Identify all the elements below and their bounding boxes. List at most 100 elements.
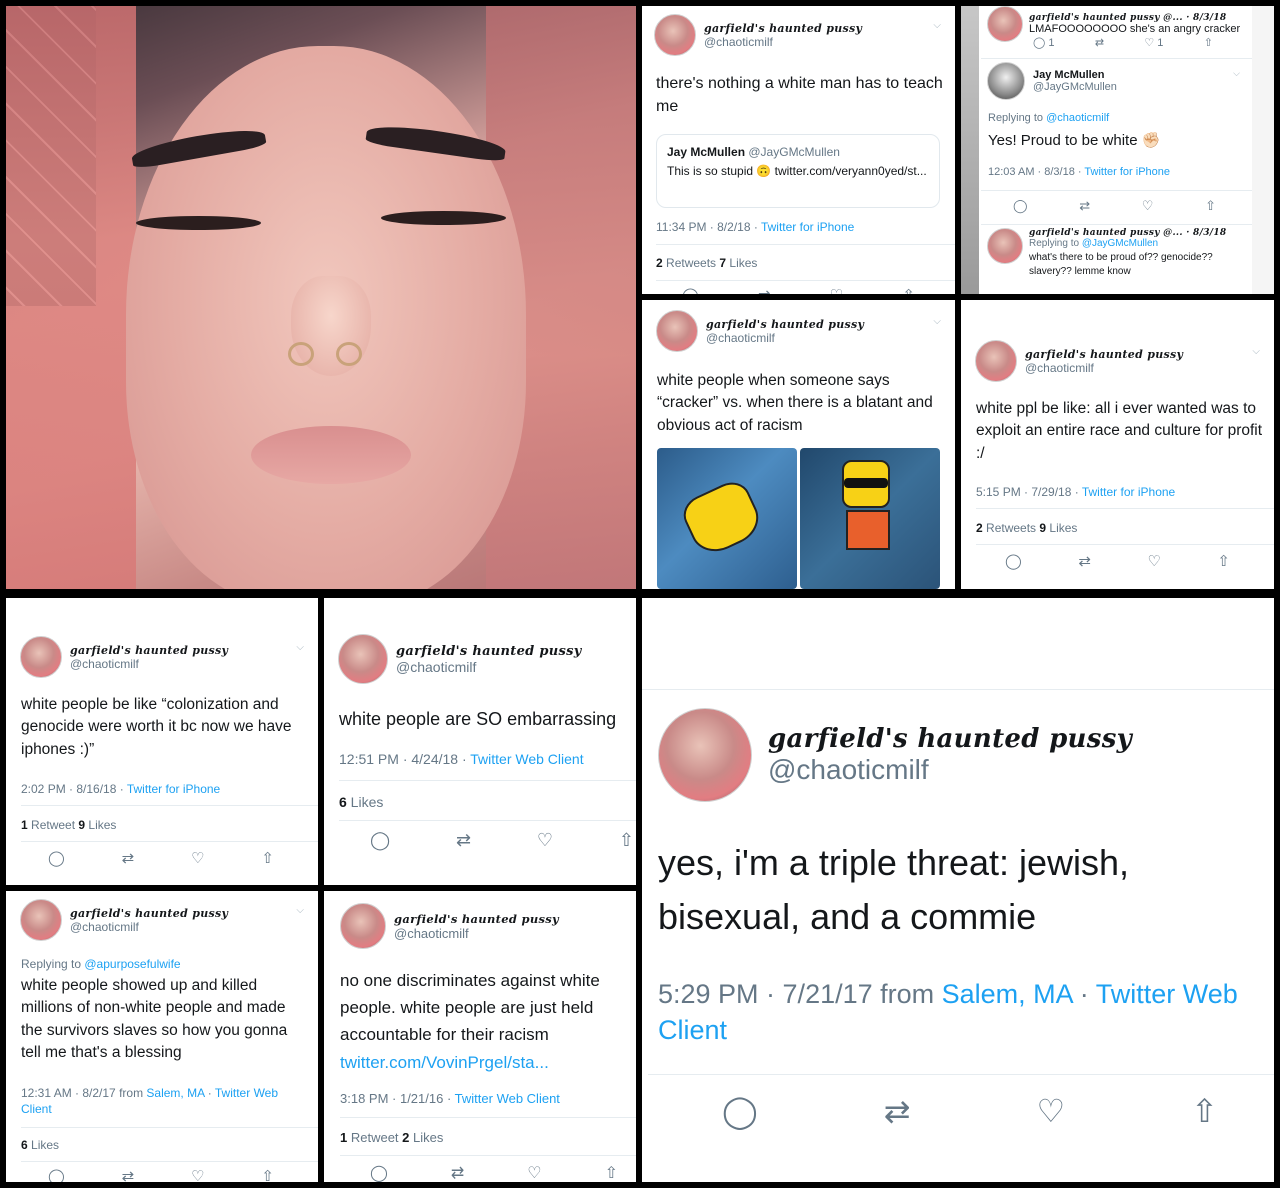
display-name[interactable]: garfield's haunted pussy	[768, 724, 1132, 754]
handle[interactable]: @chaoticmilf	[1025, 361, 1183, 375]
heart-icon[interactable]: ♡ 1	[1144, 36, 1163, 49]
display-name[interactable]: garfield's haunted pussy	[70, 907, 228, 920]
source-link[interactable]: Twitter for iPhone	[761, 220, 854, 234]
share-icon[interactable]: ⇧	[1205, 198, 1216, 214]
share-icon[interactable]: ⇧	[1204, 36, 1213, 49]
chevron-down-icon[interactable]: ⌵	[296, 642, 304, 653]
retweet-icon[interactable]: ⇄	[1095, 36, 1104, 49]
handle[interactable]: @chaoticmilf	[70, 657, 228, 671]
reply-icon[interactable]: ◯	[682, 286, 699, 294]
heart-icon[interactable]: ♡	[1037, 1092, 1066, 1130]
divider	[976, 544, 1274, 545]
display-name[interactable]: garfield's haunted pussy	[396, 644, 582, 659]
share-icon[interactable]: ⇧	[1217, 552, 1230, 570]
stats: 1 Retweet 2 Likes	[340, 1130, 443, 1145]
quoted-tweet[interactable]: Jay McMullen @JayGMcMullen This is so st…	[656, 134, 940, 208]
avatar[interactable]	[654, 14, 696, 56]
handle[interactable]: @chaoticmilf	[396, 659, 582, 675]
heart-icon[interactable]: ♡	[830, 286, 843, 294]
replying-label: Replying to	[988, 112, 1047, 124]
location-link[interactable]: Salem, MA	[146, 1086, 204, 1100]
handle[interactable]: @chaoticmilf	[706, 331, 864, 345]
handle[interactable]: @chaoticmilf	[704, 35, 862, 49]
chevron-down-icon[interactable]: ⌵	[1252, 346, 1260, 357]
display-name[interactable]: garfield's haunted pussy	[704, 22, 862, 35]
share-icon[interactable]: ⇧	[1191, 1092, 1218, 1130]
tweet-link[interactable]: twitter.com/VovinPrgel/sta...	[340, 1053, 549, 1072]
reply-icon[interactable]: ◯	[1013, 198, 1028, 214]
retweet-icon[interactable]: ⇄	[1079, 198, 1090, 214]
reply-icon[interactable]: ◯ 1	[1033, 36, 1055, 49]
reply-icon[interactable]: ◯	[48, 849, 65, 867]
retweet-icon[interactable]: ⇄	[884, 1092, 911, 1130]
handle[interactable]: @chaoticmilf	[394, 926, 559, 941]
avatar[interactable]	[975, 340, 1017, 382]
retweet-icon[interactable]: ⇄	[758, 286, 771, 294]
heart-icon[interactable]: ♡	[527, 1163, 541, 1182]
chevron-down-icon[interactable]: ⌵	[933, 316, 941, 327]
avatar[interactable]	[338, 634, 388, 684]
avatar[interactable]	[987, 6, 1023, 42]
retweet-icon[interactable]: ⇄	[456, 830, 471, 851]
chevron-down-icon[interactable]: ⌵	[296, 905, 304, 916]
chevron-down-icon[interactable]: ⌵	[1233, 68, 1240, 79]
avatar[interactable]	[658, 708, 752, 802]
avatar[interactable]	[987, 228, 1023, 264]
share-icon[interactable]: ⇧	[619, 830, 634, 851]
heart-icon[interactable]: ♡	[537, 830, 553, 851]
reply-icon[interactable]: ◯	[370, 1163, 388, 1182]
reply-icon[interactable]: ◯	[370, 830, 390, 851]
avatar[interactable]	[20, 636, 62, 678]
share-icon[interactable]: ⇧	[261, 1167, 274, 1182]
tweet-text: white people are SO embarrassing	[339, 709, 617, 729]
replying-to-link[interactable]: @apurposefulwife	[84, 957, 180, 971]
display-name[interactable]: garfield's haunted pussy	[70, 644, 228, 657]
reply-icon[interactable]: ◯	[722, 1092, 758, 1130]
retweet-count[interactable]: 2	[656, 256, 663, 270]
share-icon[interactable]: ⇧	[902, 286, 915, 294]
avatar[interactable]	[656, 310, 698, 352]
display-name[interactable]: garfield's haunted pussy	[706, 318, 864, 331]
share-icon[interactable]: ⇧	[261, 849, 274, 867]
like-count[interactable]: 6	[339, 794, 347, 810]
source-link[interactable]: Twitter for iPhone	[1082, 485, 1175, 499]
avatar[interactable]	[987, 62, 1025, 100]
divider	[976, 508, 1274, 509]
retweet-count[interactable]: 2	[976, 521, 983, 535]
heart-icon[interactable]: ♡	[1142, 198, 1154, 214]
display-name[interactable]: garfield's haunted pussy @... · 8/3/18	[1029, 13, 1240, 23]
avatar[interactable]	[20, 899, 62, 941]
replying-to-link[interactable]: @JayGMcMullen	[1082, 238, 1158, 249]
source-link[interactable]: Twitter for iPhone	[1084, 166, 1170, 178]
divider	[648, 1074, 1274, 1075]
retweet-icon[interactable]: ⇄	[122, 849, 135, 867]
reply-icon[interactable]: ◯	[48, 1167, 65, 1182]
handle[interactable]: @chaoticmilf	[70, 920, 228, 934]
source-link[interactable]: Twitter Web Client	[455, 1091, 560, 1106]
retweet-icon[interactable]: ⇄	[122, 1167, 135, 1182]
meme-image-right[interactable]	[800, 448, 940, 589]
reply-icon[interactable]: ◯	[1005, 552, 1022, 570]
display-name[interactable]: Jay McMullen	[1033, 69, 1117, 81]
meme-image-left[interactable]	[657, 448, 797, 589]
display-name[interactable]: garfield's haunted pussy @... · 8/3/18	[1029, 228, 1239, 238]
handle[interactable]: @JayGMcMullen	[1033, 81, 1117, 93]
retweet-count[interactable]: 1	[21, 818, 28, 832]
retweet-icon[interactable]: ⇄	[1078, 552, 1091, 570]
avatar[interactable]	[340, 903, 386, 949]
like-count[interactable]: 6	[21, 1138, 28, 1152]
quote-name: Jay McMullen	[667, 145, 746, 159]
share-icon[interactable]: ⇧	[605, 1163, 618, 1182]
location-link[interactable]: Salem, MA	[942, 979, 1073, 1009]
source-link[interactable]: Twitter Web Client	[470, 751, 583, 767]
handle[interactable]: @chaoticmilf	[768, 754, 1132, 786]
replying-to-link[interactable]: @chaoticmilf	[1046, 112, 1109, 124]
heart-icon[interactable]: ♡	[1147, 552, 1160, 570]
display-name[interactable]: garfield's haunted pussy	[1025, 348, 1183, 361]
retweet-icon[interactable]: ⇄	[451, 1163, 464, 1182]
display-name[interactable]: garfield's haunted pussy	[394, 912, 559, 926]
chevron-down-icon[interactable]: ⌵	[933, 20, 941, 31]
heart-icon[interactable]: ♡	[191, 1167, 204, 1182]
heart-icon[interactable]: ♡	[191, 849, 204, 867]
source-link[interactable]: Twitter for iPhone	[127, 782, 220, 796]
